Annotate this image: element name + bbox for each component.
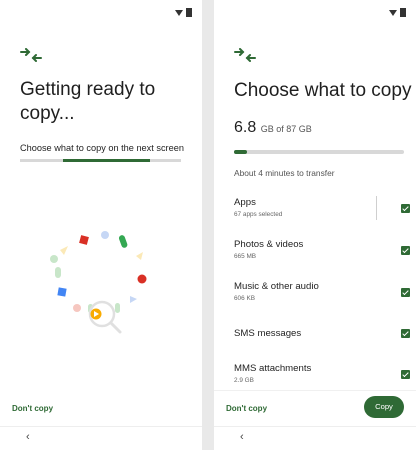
item-label: MMS attachments <box>234 363 312 374</box>
copy-button[interactable]: Copy <box>364 396 404 418</box>
preparing-animation <box>50 231 147 334</box>
circle-shape-red <box>137 274 147 284</box>
total-size: GB of 87 GB <box>260 124 312 134</box>
navigation-bar: ‹ <box>0 426 202 450</box>
data-transfer-icon <box>234 48 256 62</box>
dont-copy-button[interactable]: Don't copy <box>226 404 267 413</box>
triangle-shape-yellow-2 <box>136 252 143 260</box>
square-shape-red <box>79 235 89 245</box>
list-item-music-audio[interactable]: Music & other audio 606 KB <box>234 281 406 302</box>
battery-icon <box>400 8 406 17</box>
sms-messages-checkbox[interactable] <box>401 329 410 338</box>
screen-getting-ready: Getting ready to copy... Choose what to … <box>0 0 202 450</box>
dont-copy-button[interactable]: Don't copy <box>12 404 53 413</box>
storage-progress-fill <box>234 150 248 154</box>
storage-progress-bar <box>234 150 404 154</box>
back-icon[interactable]: ‹ <box>240 431 244 443</box>
item-meta: 67 apps selected <box>234 211 283 218</box>
circle-shape-pink <box>73 304 81 312</box>
page-title: Getting ready to copy... <box>20 79 156 124</box>
battery-icon <box>186 8 192 17</box>
square-shape-blue <box>57 287 67 297</box>
back-icon[interactable]: ‹ <box>26 431 30 443</box>
status-bar <box>389 8 406 17</box>
list-item-apps[interactable]: Apps 67 apps selected <box>234 197 406 218</box>
item-label: SMS messages <box>234 328 302 339</box>
item-label: Music & other audio <box>234 281 319 292</box>
item-label: Photos & videos <box>234 239 304 250</box>
selected-size: 6.8 <box>234 119 257 136</box>
apps-checkbox[interactable] <box>401 204 410 213</box>
transfer-estimate: About 4 minutes to transfer <box>234 168 335 178</box>
screen-choose-what-to-copy: Choose what to copy 6.8 GB of 87 GB Abou… <box>214 0 416 450</box>
photos-videos-checkbox[interactable] <box>401 246 410 255</box>
item-divider <box>376 196 377 220</box>
wifi-icon <box>175 9 183 16</box>
item-label: Apps <box>234 197 256 208</box>
pill-shape-light <box>55 267 61 278</box>
list-item-sms-messages[interactable]: SMS messages <box>234 328 406 339</box>
triangle-shape-yellow <box>60 246 68 255</box>
triangle-shape-blue <box>130 296 137 303</box>
pill-shape-small-2 <box>115 303 120 313</box>
list-item-mms-attachments[interactable]: MMS attachments 2.9 GB <box>234 363 406 384</box>
storage-summary: 6.8 GB of 87 GB <box>234 119 312 137</box>
pill-shape-green <box>118 235 128 248</box>
mms-attachments-checkbox[interactable] <box>401 370 410 379</box>
item-meta: 606 KB <box>234 295 255 302</box>
status-bar <box>175 8 192 17</box>
navigation-bar: ‹ <box>214 426 416 450</box>
subtitle: Choose what to copy on the next screen <box>20 143 184 153</box>
music-audio-checkbox[interactable] <box>401 288 410 297</box>
data-transfer-icon <box>20 48 42 62</box>
list-item-photos-videos[interactable]: Photos & videos 665 MB <box>234 239 406 260</box>
item-meta: 2.9 GB <box>234 377 254 384</box>
wifi-icon <box>389 9 397 16</box>
progress-segment <box>63 159 150 162</box>
circle-shape-green <box>50 255 58 263</box>
circle-shape-blue <box>101 231 109 239</box>
play-icon <box>90 308 102 320</box>
page-title: Choose what to copy <box>234 80 412 101</box>
item-meta: 665 MB <box>234 253 257 260</box>
indeterminate-progress <box>20 159 181 162</box>
